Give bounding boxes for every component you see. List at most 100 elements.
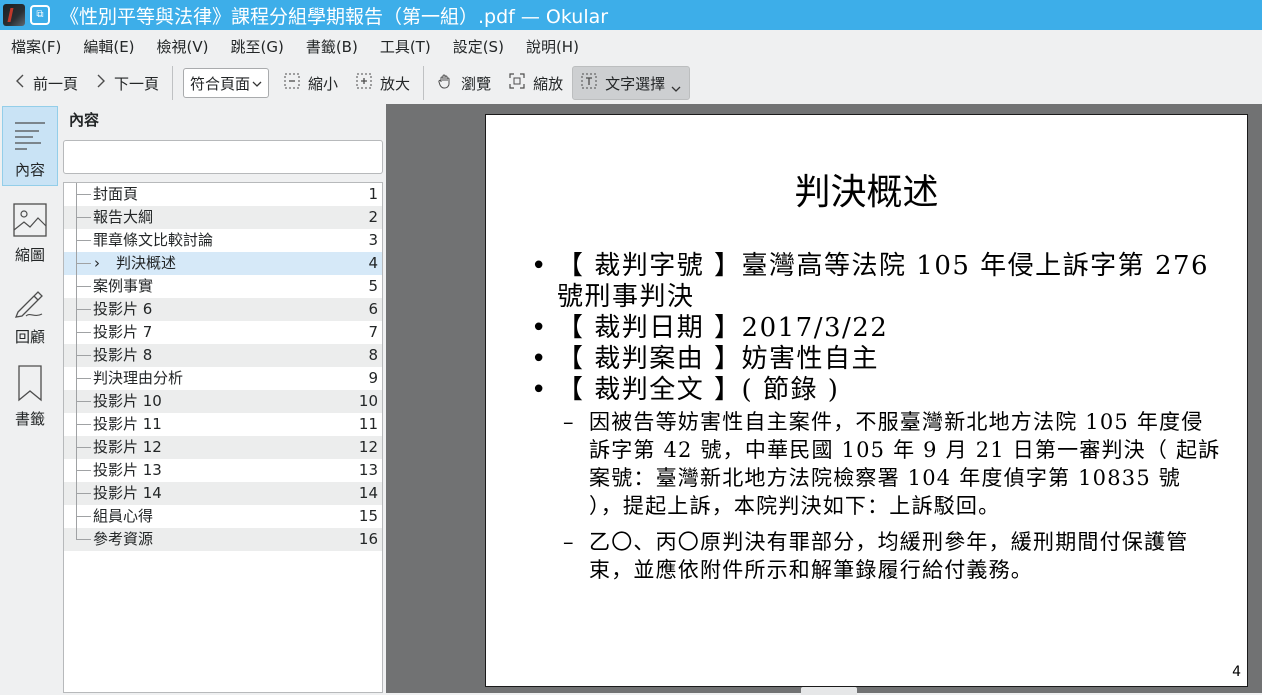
- menu-go[interactable]: 跳至(G): [220, 36, 295, 57]
- toc-item-page: 15: [358, 507, 378, 525]
- slide-sub-item-text: 乙〇、丙〇原判決有罪部分，均緩刑參年，緩刑期間付保護管束，並應依附件所示和解筆錄…: [589, 530, 1189, 582]
- toc-item-label: 參考資源: [93, 530, 154, 548]
- window-pin-icon[interactable]: ⧉: [30, 5, 50, 25]
- toc-item-label: 投影片 14: [93, 484, 162, 502]
- toc-item[interactable]: 判決理由分析 9: [64, 367, 382, 390]
- toc-item-label: 封面頁: [93, 185, 139, 203]
- toc-item-page: 8: [368, 346, 378, 364]
- toc-item[interactable]: 組員心得 15: [64, 505, 382, 528]
- zoom-out-label: 縮小: [308, 74, 339, 93]
- previous-page-button[interactable]: 前一頁: [6, 67, 87, 99]
- toc-item[interactable]: 封面頁 1: [64, 183, 382, 206]
- menu-help[interactable]: 說明(H): [515, 36, 590, 57]
- image-icon: [13, 203, 47, 237]
- toc-item[interactable]: 投影片 8 8: [64, 344, 382, 367]
- toc-item-page: 2: [368, 208, 378, 226]
- pdf-page[interactable]: 判決概述 【 裁判字號 】臺灣高等法院 105 年侵上訴字第 276 號刑事判決…: [485, 114, 1248, 687]
- slide-bullet: 【 裁判字號 】臺灣高等法院 105 年侵上訴字第 276 號刑事判決: [531, 251, 1221, 313]
- toc-item-page: 1: [368, 185, 378, 203]
- sidebar-tab-thumbnails-label: 縮圖: [14, 246, 45, 264]
- toc-item[interactable]: 投影片 10 10: [64, 390, 382, 413]
- toc-item-page: 14: [358, 484, 378, 502]
- slide-bullet-list: 【 裁判字號 】臺灣高等法院 105 年侵上訴字第 276 號刑事判決 【 裁判…: [531, 251, 1221, 584]
- toc-item-page: 6: [368, 300, 378, 318]
- menu-tools[interactable]: 工具(T): [369, 36, 442, 57]
- zoom-mode-value: 符合頁面: [190, 74, 251, 93]
- next-page-button[interactable]: 下一頁: [87, 67, 168, 99]
- browse-tool-button[interactable]: 瀏覽: [428, 67, 500, 99]
- toc-item-label: 投影片 12: [93, 438, 162, 456]
- slide-bullet: 【 裁判日期 】2017/3/22: [531, 313, 1221, 344]
- toc-item-label: 判決概述: [116, 254, 177, 272]
- menu-bookmarks[interactable]: 書籤(B): [295, 36, 369, 57]
- zoom-mode-select[interactable]: 符合頁面: [183, 68, 270, 98]
- chevron-down-icon: [252, 74, 262, 92]
- toc-item[interactable]: 投影片 14 14: [64, 482, 382, 505]
- previous-page-label: 前一頁: [33, 74, 79, 93]
- browse-tool-label: 瀏覽: [461, 74, 492, 93]
- sidebar-tab-bookmarks[interactable]: 書籤: [2, 354, 58, 434]
- contents-search-input[interactable]: [63, 140, 383, 174]
- document-viewport[interactable]: 判決概述 【 裁判字號 】臺灣高等法院 105 年侵上訴字第 276 號刑事判決…: [386, 104, 1262, 695]
- toc-item[interactable]: 投影片 6 6: [64, 298, 382, 321]
- toc-item[interactable]: 投影片 12 12: [64, 436, 382, 459]
- toc-item-label: 罪章條文比較討論: [93, 231, 214, 249]
- toc-item-label: 投影片 10: [93, 392, 162, 410]
- slide-sub-item-text: 因被告等妨害性自主案件，不服臺灣新北地方法院 105 年度侵訴字第 42 號，中…: [589, 410, 1221, 518]
- toc-item-label: 投影片 6: [93, 300, 153, 318]
- zoom-in-icon: [356, 73, 372, 93]
- toc-item-page: 4: [368, 254, 378, 272]
- toc-item-page: 16: [358, 530, 378, 548]
- toc-item-label: 報告大綱: [93, 208, 154, 226]
- pen-icon: [14, 291, 43, 318]
- toc-item-label: 判決理由分析: [93, 369, 184, 387]
- scroll-handle[interactable]: [801, 687, 857, 695]
- toc-item-label: 投影片 13: [93, 461, 162, 479]
- toc-item[interactable]: 報告大綱 2: [64, 206, 382, 229]
- zoom-tool-label: 縮放: [533, 74, 564, 93]
- chevron-down-icon[interactable]: [671, 79, 681, 97]
- sidebar-tab-contents[interactable]: 內容: [2, 106, 58, 186]
- toolbar-separator: [423, 66, 425, 100]
- dash-marker: –: [563, 530, 575, 554]
- okular-app-icon[interactable]: [3, 4, 25, 26]
- zoom-out-button[interactable]: 縮小: [275, 67, 347, 99]
- window-title: 《性別平等與法律》課程分組學期報告（第一組）.pdf — Okular: [60, 5, 609, 28]
- text-select-icon: [581, 73, 597, 93]
- menu-edit[interactable]: 編輯(E): [72, 36, 145, 57]
- toc-item[interactable]: 投影片 13 13: [64, 459, 382, 482]
- sidebar-tab-contents-label: 內容: [14, 161, 45, 179]
- sidebar-tab-thumbnails[interactable]: 縮圖: [2, 192, 58, 272]
- next-page-label: 下一頁: [114, 74, 160, 93]
- toc-item-page: 13: [358, 461, 378, 479]
- toc-item-selected[interactable]: › 判決概述 4: [64, 252, 382, 275]
- zoom-in-label: 放大: [380, 74, 411, 93]
- menu-file[interactable]: 檔案(F): [0, 36, 72, 57]
- sidebar-tab-reviews[interactable]: 回顧: [2, 274, 58, 354]
- menu-bar: 檔案(F) 編輯(E) 檢視(V) 跳至(G) 書籤(B) 工具(T) 設定(S…: [0, 30, 1262, 62]
- toc-item-label: 組員心得: [93, 507, 154, 525]
- zoom-in-button[interactable]: 放大: [347, 67, 419, 99]
- main-toolbar: 前一頁 下一頁 符合頁面 縮小 放大 瀏覽 縮放 文字選擇: [0, 62, 1262, 104]
- zoom-tool-icon: [509, 73, 525, 93]
- toc-item-label: 投影片 11: [93, 415, 162, 433]
- toc-item[interactable]: 罪章條文比較討論 3: [64, 229, 382, 252]
- toc-item[interactable]: 投影片 11 11: [64, 413, 382, 436]
- toc-item[interactable]: 參考資源 16: [64, 528, 382, 551]
- chevron-right-icon: [96, 74, 106, 92]
- slide-heading: 判決概述: [794, 172, 939, 213]
- contents-panel-title: 內容: [69, 111, 100, 129]
- chevron-right-icon[interactable]: ›: [94, 252, 100, 275]
- text-select-tool-button[interactable]: 文字選擇: [572, 66, 691, 100]
- menu-view[interactable]: 檢視(V): [146, 36, 220, 57]
- toc-item[interactable]: 案例事實 5: [64, 275, 382, 298]
- contents-tree: 封面頁 1 報告大綱 2 罪章條文比較討論 3 › 判決概述 4 案例事實 5 …: [63, 182, 383, 693]
- toc-item[interactable]: 投影片 7 7: [64, 321, 382, 344]
- contents-icon: [15, 122, 45, 150]
- zoom-tool-button[interactable]: 縮放: [500, 67, 572, 99]
- title-bar: ⧉ 《性別平等與法律》課程分組學期報告（第一組）.pdf — Okular: [0, 0, 1262, 30]
- menu-settings[interactable]: 設定(S): [442, 36, 515, 57]
- toolbar-separator: [172, 66, 174, 100]
- slide-bullet: 【 裁判全文 】( 節錄 ): [531, 375, 1221, 406]
- slide-sub-item: – 因被告等妨害性自主案件，不服臺灣新北地方法院 105 年度侵訴字第 42 號…: [531, 408, 1221, 520]
